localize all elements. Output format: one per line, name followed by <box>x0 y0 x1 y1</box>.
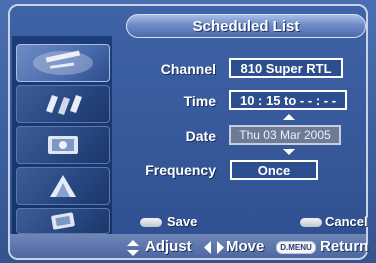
channel-field[interactable]: 810 Super RTL <box>229 58 343 78</box>
save-button-icon[interactable] <box>140 218 162 227</box>
tv-osd-screen: Scheduled List Channel 810 Super RTL Tim… <box>0 0 376 263</box>
channel-icon <box>50 175 76 197</box>
up-down-arrow-icon <box>127 240 139 256</box>
picture-icon <box>46 95 82 115</box>
save-button[interactable]: Save <box>167 214 197 229</box>
setup-icon <box>51 212 75 230</box>
sidebar-item-channel[interactable] <box>16 167 110 205</box>
date-label: Date <box>185 128 216 144</box>
title-bar: Scheduled List <box>126 14 366 38</box>
left-right-arrow-icon <box>204 241 224 254</box>
frequency-field[interactable]: Once <box>230 160 318 180</box>
cancel-button-icon[interactable] <box>300 218 322 227</box>
sidebar-item-picture[interactable] <box>16 85 110 123</box>
return-hint: Return <box>320 238 369 255</box>
time-field[interactable]: 10 : 15 to - - : - - <box>229 90 347 110</box>
frequency-label: Frequency <box>145 162 216 178</box>
channel-label: Channel <box>160 61 216 77</box>
sidebar-item-sound[interactable] <box>16 126 110 164</box>
cancel-button[interactable]: Cancel <box>325 214 368 229</box>
sound-icon <box>48 136 78 154</box>
page-title: Scheduled List <box>192 17 300 35</box>
move-hint: Move <box>226 238 265 255</box>
time-up-arrow-icon[interactable] <box>283 114 295 120</box>
time-label: Time <box>183 93 216 109</box>
sidebar-item-setup[interactable] <box>16 208 110 234</box>
date-down-arrow-icon[interactable] <box>283 149 295 155</box>
program-guide-icon <box>33 50 93 75</box>
date-field[interactable]: Thu 03 Mar 2005 <box>229 125 341 145</box>
dmenu-key-icon: D.MENU <box>276 241 316 254</box>
sidebar-item-program-guide[interactable] <box>16 44 110 82</box>
adjust-hint: Adjust <box>145 238 192 255</box>
